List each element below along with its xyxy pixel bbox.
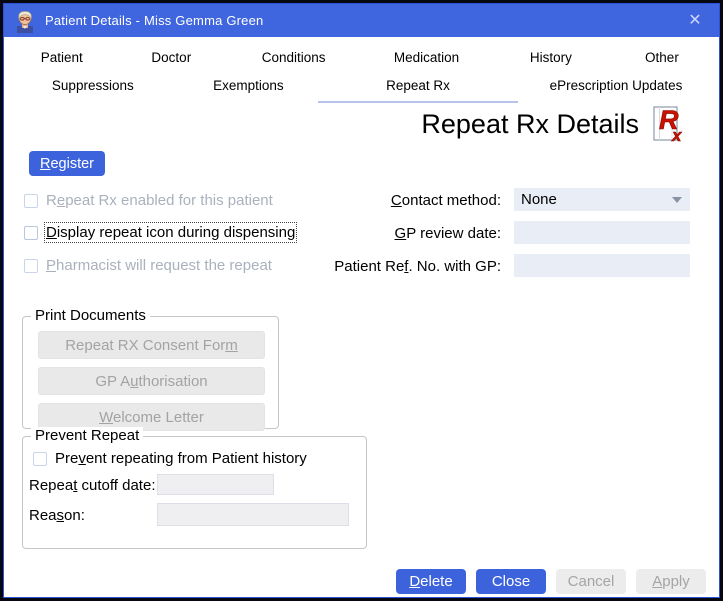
- print-documents-group: Print Documents Repeat RX Consent Form G…: [22, 316, 279, 429]
- rx-document-icon: R x: [651, 105, 689, 143]
- tab-doctor[interactable]: Doctor: [115, 46, 227, 73]
- contact-method-label: Contact method:: [211, 192, 501, 209]
- contact-method-select[interactable]: None: [514, 188, 690, 211]
- register-button[interactable]: Register: [29, 151, 105, 176]
- window-inner: Patient Details - Miss Gemma Green ✕ Pat…: [3, 3, 720, 598]
- pharmacist-request-checkbox[interactable]: [24, 259, 38, 273]
- close-icon[interactable]: ✕: [685, 11, 705, 31]
- delete-button[interactable]: Delete: [396, 569, 466, 594]
- print-documents-title: Print Documents: [31, 307, 150, 324]
- display-repeat-icon-checkbox[interactable]: [24, 226, 38, 240]
- tab-conditions[interactable]: Conditions: [227, 46, 360, 73]
- tab-patient[interactable]: Patient: [8, 46, 115, 73]
- prevent-repeating-label[interactable]: Prevent repeating from Patient history: [55, 450, 307, 467]
- patient-ref-label: Patient Ref. No. with GP:: [211, 258, 501, 275]
- patient-avatar-icon: [14, 9, 36, 33]
- tab-repeat-rx[interactable]: Repeat Rx: [319, 74, 517, 101]
- tab-suppressions[interactable]: Suppressions: [8, 74, 178, 101]
- tab-repeat-rx-label: Repeat Rx: [386, 78, 450, 93]
- gp-review-date-input[interactable]: [514, 221, 690, 244]
- page-title: Repeat Rx Details: [421, 109, 639, 140]
- window-title: Patient Details - Miss Gemma Green: [45, 13, 263, 28]
- tab-strip-row1: Patient Doctor Conditions Medication His…: [8, 46, 715, 73]
- tab-exemptions[interactable]: Exemptions: [178, 74, 319, 101]
- tab-history[interactable]: History: [493, 46, 609, 73]
- page-heading: Repeat Rx Details R x: [421, 105, 689, 143]
- titlebar[interactable]: Patient Details - Miss Gemma Green ✕: [4, 4, 719, 37]
- patient-details-window: Patient Details - Miss Gemma Green ✕ Pat…: [0, 0, 723, 601]
- prevent-repeating-checkbox[interactable]: [33, 452, 47, 466]
- tab-medication[interactable]: Medication: [360, 46, 493, 73]
- chevron-down-icon: [672, 197, 682, 203]
- checkbox-row-prevent-repeating: Prevent repeating from Patient history: [33, 450, 307, 467]
- repeat-cutoff-date-input[interactable]: [157, 474, 274, 495]
- svg-text:x: x: [671, 126, 683, 143]
- repeat-cutoff-date-label: Repeat cutoff date:: [29, 477, 156, 494]
- contact-method-value: None: [521, 191, 557, 208]
- gp-review-date-label: GP review date:: [211, 225, 501, 242]
- cancel-button[interactable]: Cancel: [556, 569, 626, 594]
- apply-button[interactable]: Apply: [636, 569, 706, 594]
- tab-strip-row2: Suppressions Exemptions Repeat Rx ePresc…: [8, 74, 715, 101]
- close-button[interactable]: Close: [476, 569, 546, 594]
- gp-authorisation-button[interactable]: GP Authorisation: [38, 367, 265, 395]
- tab-eprescription-updates[interactable]: ePrescription Updates: [517, 74, 715, 101]
- prevent-repeat-title: Prevent Repeat: [31, 427, 143, 444]
- patient-ref-input[interactable]: [514, 254, 690, 277]
- repeat-rx-consent-form-button[interactable]: Repeat RX Consent Form: [38, 331, 265, 359]
- prevent-repeat-group: Prevent Repeat Prevent repeating from Pa…: [22, 436, 367, 549]
- selected-tab-underline: [318, 101, 518, 103]
- reason-label: Reason:: [29, 507, 85, 524]
- repeat-rx-enabled-checkbox[interactable]: [24, 194, 38, 208]
- tab-other[interactable]: Other: [609, 46, 715, 73]
- reason-input[interactable]: [157, 503, 349, 526]
